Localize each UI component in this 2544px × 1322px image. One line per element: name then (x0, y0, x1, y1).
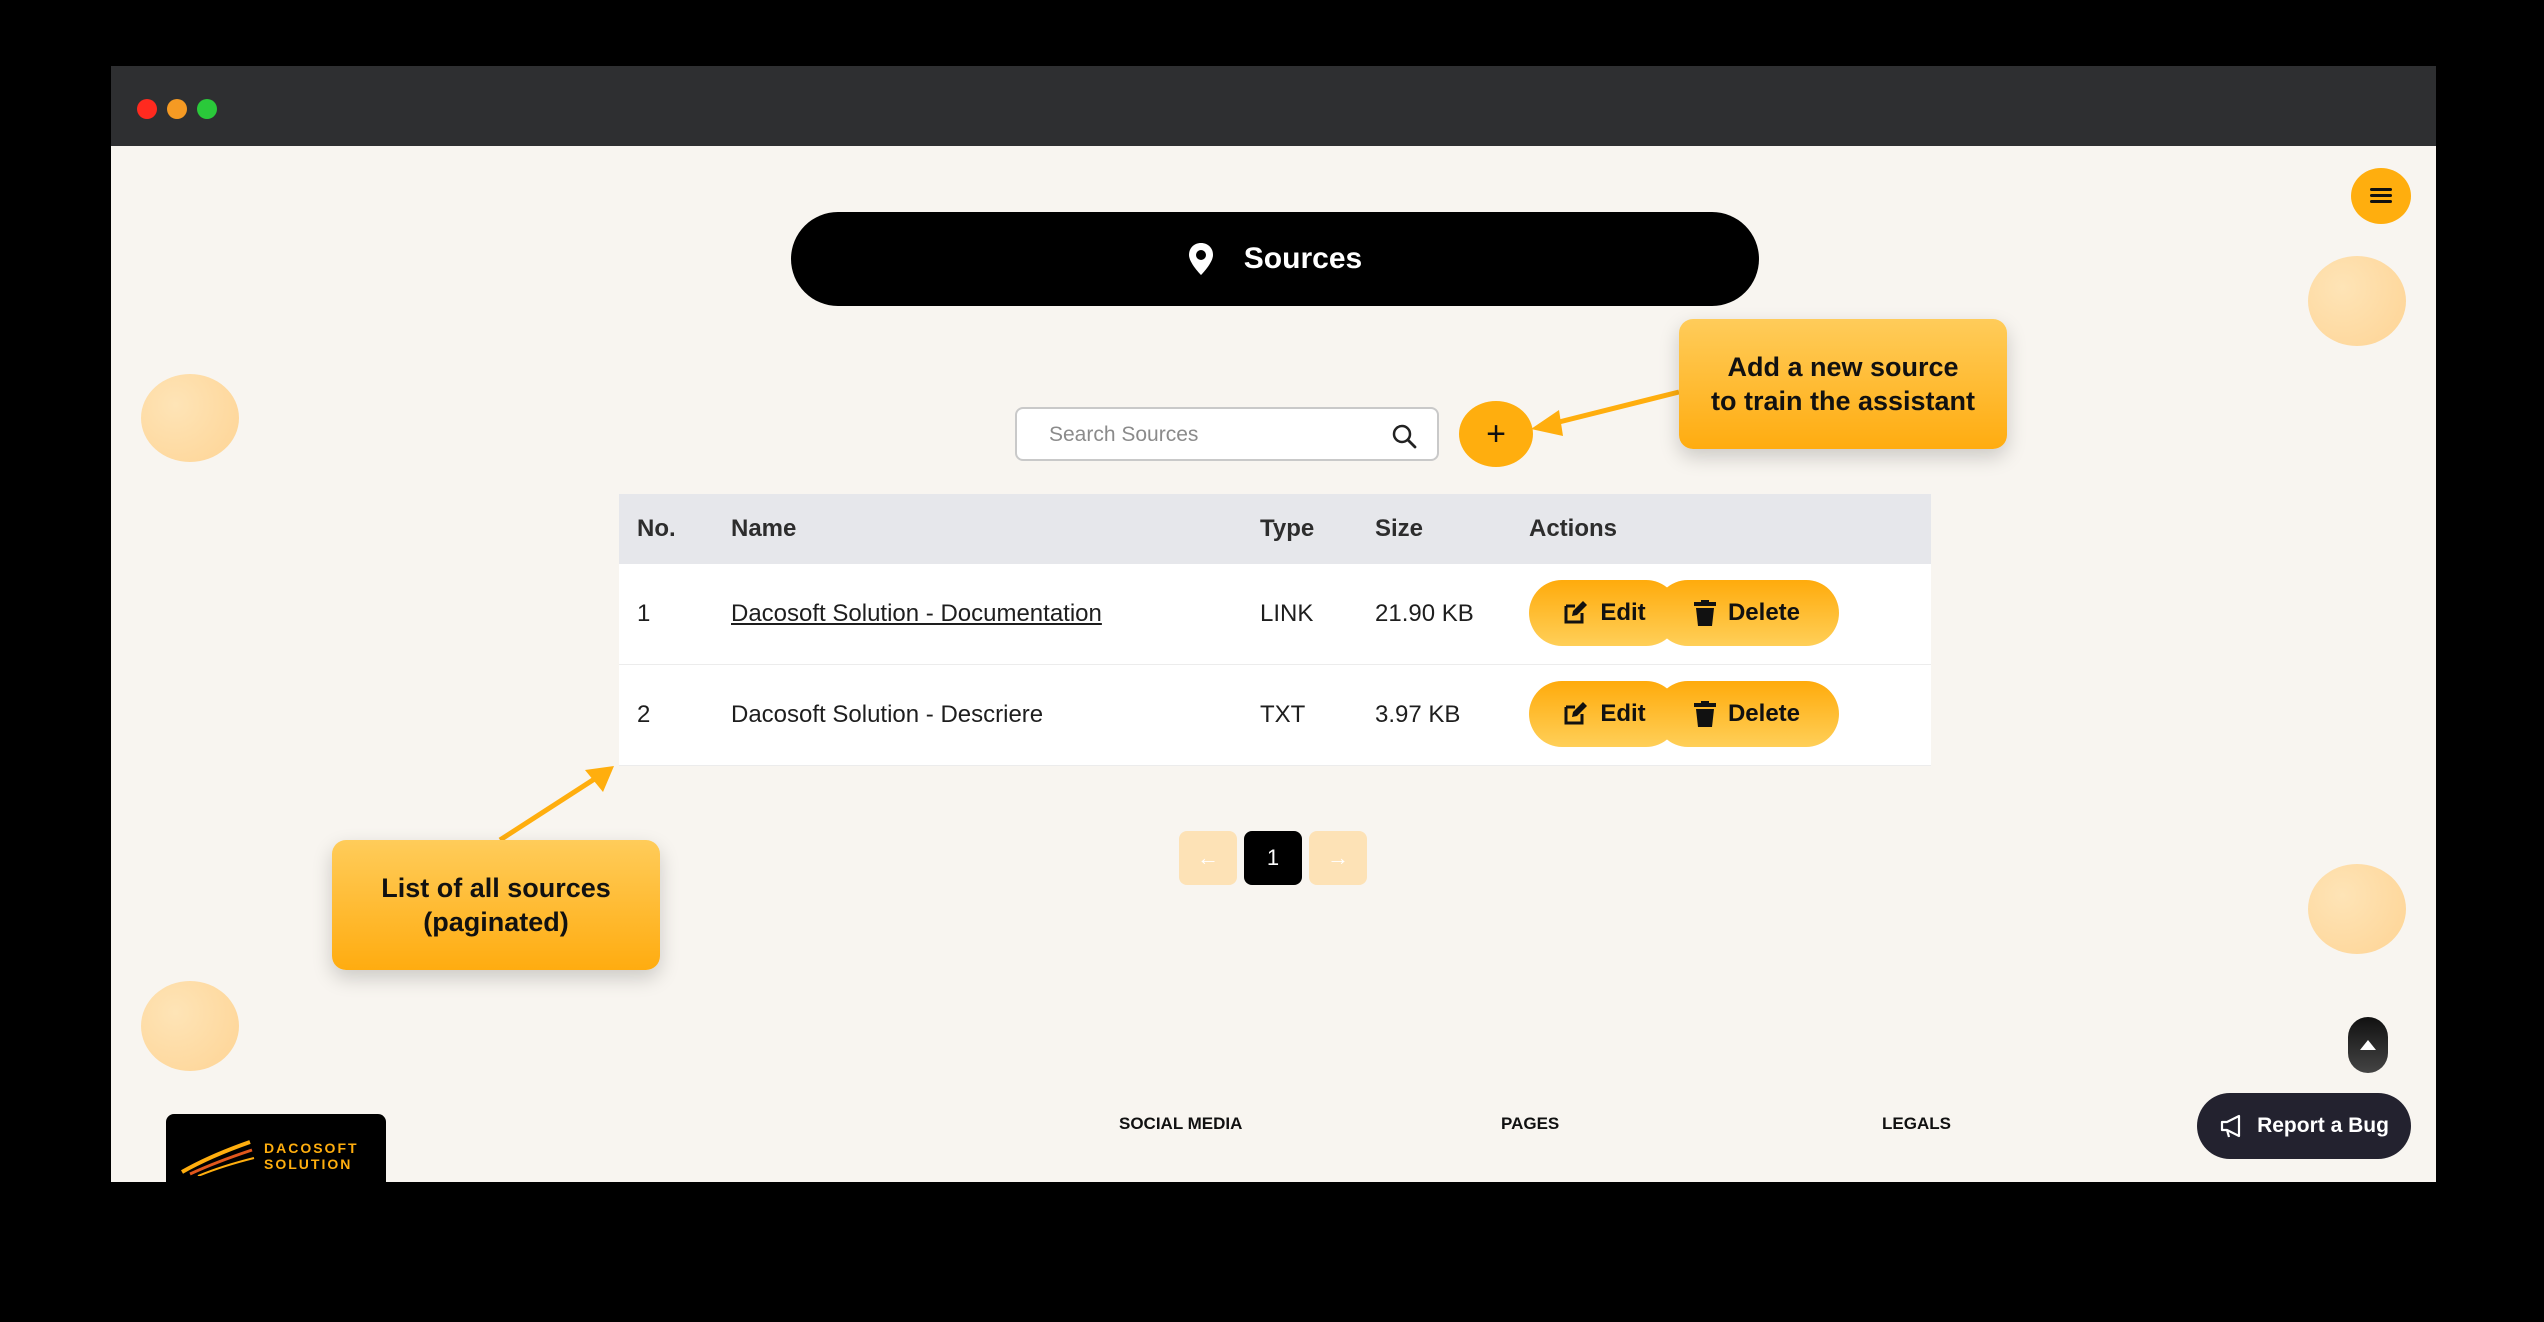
column-header-size: Size (1375, 515, 1424, 542)
close-window-button[interactable] (137, 99, 157, 119)
decor-blob (141, 374, 239, 462)
search-icon[interactable] (1391, 423, 1417, 449)
source-size: 21.90 KB (1375, 600, 1474, 627)
delete-label: Delete (1727, 599, 1801, 626)
source-type: TXT (1260, 701, 1306, 728)
search-input[interactable] (1047, 417, 1381, 453)
source-name-cell: Dacosoft Solution - Documentation (731, 600, 1102, 628)
megaphone-icon (2220, 1114, 2241, 1138)
table-row: 2 Dacosoft Solution - Descriere TXT 3.97… (619, 665, 1931, 766)
row-number: 1 (637, 600, 651, 627)
source-type: LINK (1260, 600, 1314, 627)
edit-label: Edit (1600, 700, 1646, 727)
delete-button[interactable]: Delete (1655, 681, 1839, 747)
edit-icon (1564, 702, 1588, 725)
sources-list-callout: List of all sources (paginated) (332, 840, 660, 970)
search-field[interactable] (1015, 407, 1439, 461)
footer-social-media-heading: SOCIAL MEDIA (1119, 1114, 1243, 1133)
decor-blob (2308, 864, 2406, 954)
callout-line: Add a new source (1727, 352, 1959, 382)
company-logo[interactable]: DACOSOFT SOLUTION (166, 1114, 386, 1182)
callout-line: (paginated) (423, 907, 569, 937)
next-page-button[interactable]: → (1309, 831, 1367, 885)
logo-text-top: DACOSOFT (264, 1140, 359, 1156)
add-source-callout: Add a new source to train the assistant (1679, 319, 2007, 449)
edit-label: Edit (1600, 599, 1646, 626)
scroll-to-top-button[interactable] (2348, 1017, 2388, 1073)
column-header-actions: Actions (1529, 515, 1618, 542)
menu-button[interactable] (2351, 168, 2411, 224)
callout-line: List of all sources (381, 873, 611, 903)
minimize-window-button[interactable] (167, 99, 187, 119)
page-title-banner: Sources (791, 212, 1759, 306)
trash-icon (1693, 600, 1716, 626)
page-title: Sources (1243, 242, 1363, 275)
column-header-no: No. (637, 515, 676, 542)
edit-icon (1564, 601, 1588, 624)
delete-label: Delete (1727, 700, 1801, 727)
sources-table: No. Name Type Size Actions 1 Dacosoft So… (619, 494, 1931, 766)
table-row: 1 Dacosoft Solution - Documentation LINK… (619, 564, 1931, 665)
current-page-button[interactable]: 1 (1244, 831, 1302, 885)
source-size: 3.97 KB (1375, 701, 1461, 728)
hamburger-icon (2370, 188, 2392, 204)
prev-page-button[interactable]: ← (1179, 831, 1237, 885)
logo-swoosh-icon (181, 1140, 255, 1176)
delete-button[interactable]: Delete (1655, 580, 1839, 646)
column-header-type: Type (1260, 515, 1315, 542)
column-header-name: Name (731, 515, 797, 542)
callout-line: to train the assistant (1710, 386, 1976, 416)
footer-legals-heading: LEGALS (1882, 1114, 1951, 1133)
caret-up-icon (2360, 1040, 2376, 1050)
footer-pages-heading: PAGES (1501, 1114, 1560, 1133)
source-name: Dacosoft Solution - Descriere (731, 701, 1044, 728)
decor-blob (2308, 256, 2406, 346)
table-header: No. Name Type Size Actions (619, 494, 1931, 564)
row-number: 2 (637, 701, 651, 728)
location-pin-icon (1188, 243, 1213, 275)
plus-icon: + (1486, 414, 1506, 453)
source-name-link[interactable]: Dacosoft Solution - Documentation (731, 600, 1102, 627)
maximize-window-button[interactable] (197, 99, 217, 119)
decor-blob (141, 981, 239, 1071)
app-window: Sources + No. Name Type Size Actions 1 D… (111, 66, 2436, 1182)
report-bug-button[interactable]: Report a Bug (2197, 1093, 2411, 1159)
trash-icon (1693, 701, 1716, 727)
logo-text-bottom: SOLUTION (264, 1156, 353, 1172)
add-source-button[interactable]: + (1459, 401, 1533, 467)
report-bug-label: Report a Bug (2257, 1114, 2389, 1137)
window-titlebar (111, 66, 2436, 146)
